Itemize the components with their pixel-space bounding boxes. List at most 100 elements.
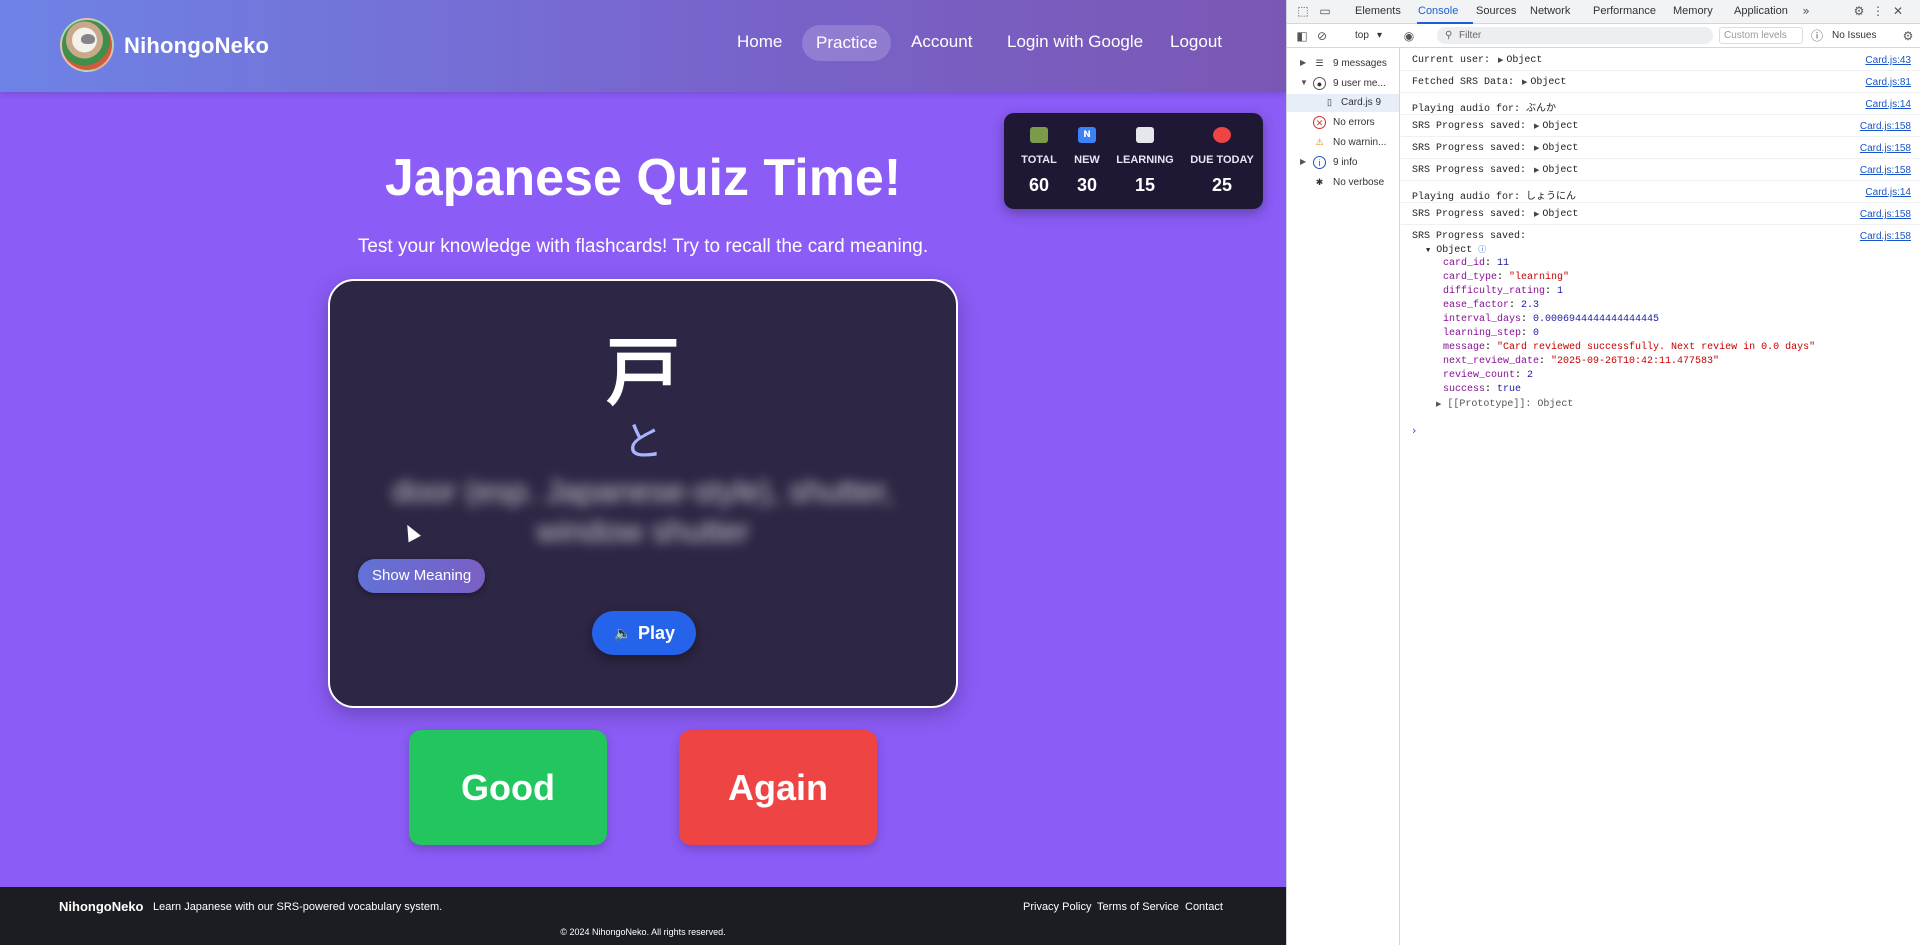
console-message[interactable]: SRS Progress saved: ▶ Object Card.js:158 bbox=[1401, 117, 1920, 137]
chevron-right-icon: ▶ bbox=[1300, 58, 1307, 67]
log-object[interactable]: Object bbox=[1506, 55, 1542, 66]
sidebar-label: Card.js 9 bbox=[1341, 97, 1382, 108]
log-source-link[interactable]: Card.js:158 bbox=[1860, 209, 1911, 220]
sidebar-item-info[interactable]: ▶ i 9 info bbox=[1287, 154, 1399, 172]
log-source-link[interactable]: Card.js:158 bbox=[1860, 121, 1911, 132]
footer-contact-link[interactable]: Contact bbox=[1185, 901, 1223, 913]
brand-name[interactable]: NihongoNeko bbox=[124, 33, 269, 59]
prop-value: 2 bbox=[1527, 370, 1534, 381]
log-text: SRS Progress saved: bbox=[1412, 121, 1527, 132]
tab-application[interactable]: Application bbox=[1734, 5, 1788, 17]
log-object[interactable]: Object bbox=[1542, 209, 1578, 220]
footer-privacy-link[interactable]: Privacy Policy bbox=[1023, 901, 1091, 913]
tab-performance[interactable]: Performance bbox=[1593, 5, 1656, 17]
object-prop: message: "Card reviewed successfully. Ne… bbox=[1443, 342, 1816, 353]
prop-value: 11 bbox=[1497, 258, 1510, 269]
sidebar-item-errors[interactable]: ✕ No errors bbox=[1287, 114, 1399, 132]
console-message[interactable]: Playing audio for: しょうにん Card.js:14 bbox=[1401, 183, 1920, 203]
more-tabs-icon[interactable]: » bbox=[1799, 4, 1813, 18]
sidebar-item-verbose[interactable]: ✱ No verbose bbox=[1287, 174, 1399, 192]
object-prototype[interactable]: ▶ [[Prototype]]: Object bbox=[1436, 399, 1573, 410]
expand-arrow-icon[interactable]: ▶ bbox=[1534, 167, 1539, 175]
object-prop: learning_step: 0 bbox=[1443, 328, 1540, 339]
chevron-down-icon: ▾ bbox=[1377, 30, 1383, 41]
console-message[interactable]: Current user: ▶ Object Card.js:43 bbox=[1401, 51, 1920, 71]
error-icon: ✕ bbox=[1313, 116, 1326, 129]
inspect-element-icon[interactable]: ⬚ bbox=[1296, 4, 1310, 18]
prop-value: "2025-09-26T10:42:11.477583" bbox=[1551, 356, 1720, 367]
tab-sources[interactable]: Sources bbox=[1476, 5, 1516, 17]
sidebar-item-messages[interactable]: ▶ ☰ 9 messages bbox=[1287, 55, 1399, 73]
sidebar-toggle-icon[interactable]: ◧ bbox=[1295, 29, 1309, 43]
filter-input[interactable]: ⚲ Filter bbox=[1437, 27, 1713, 44]
log-text: SRS Progress saved: bbox=[1412, 165, 1527, 176]
expand-arrow-icon[interactable]: ▶ bbox=[1522, 79, 1527, 87]
footer-terms-link[interactable]: Terms of Service bbox=[1097, 901, 1179, 913]
device-toolbar-icon[interactable]: ▭ bbox=[1318, 4, 1332, 18]
console-prompt-icon[interactable]: › bbox=[1412, 424, 1416, 437]
console-message[interactable]: SRS Progress saved: ▶ Object Card.js:158 bbox=[1401, 161, 1920, 181]
nav-logout[interactable]: Logout bbox=[1170, 32, 1222, 52]
tab-network[interactable]: Network bbox=[1530, 5, 1570, 17]
prop-value: 0 bbox=[1533, 328, 1540, 339]
settings-gear-icon[interactable]: ⚙ bbox=[1852, 4, 1866, 18]
open-book-icon bbox=[1136, 127, 1154, 143]
log-source-link[interactable]: Card.js:81 bbox=[1865, 77, 1911, 88]
log-object[interactable]: Object bbox=[1542, 143, 1578, 154]
custom-levels-dropdown[interactable]: Custom levels bbox=[1719, 27, 1803, 44]
tab-memory[interactable]: Memory bbox=[1673, 5, 1713, 17]
object-header[interactable]: ▼ Object ⓘ bbox=[1426, 244, 1486, 256]
nav-practice[interactable]: Practice bbox=[802, 25, 892, 61]
devtools-tab-bar: ⬚ ▭ Elements Console Sources Network Per… bbox=[1287, 0, 1920, 24]
log-source-link[interactable]: Card.js:158 bbox=[1860, 143, 1911, 154]
log-object[interactable]: Object bbox=[1542, 121, 1578, 132]
prop-key: card_id bbox=[1443, 258, 1486, 269]
log-text: Playing audio for: しょうにん bbox=[1412, 192, 1577, 203]
filter-placeholder: Filter bbox=[1459, 30, 1482, 41]
prop-value: 2.3 bbox=[1521, 300, 1540, 311]
play-audio-button[interactable]: 🔈 Play bbox=[592, 611, 696, 655]
tab-elements[interactable]: Elements bbox=[1355, 5, 1401, 17]
expand-arrow-icon[interactable]: ▶ bbox=[1534, 211, 1539, 219]
issues-label[interactable]: No Issues bbox=[1832, 30, 1876, 41]
footer: NihongoNeko Learn Japanese with our SRS-… bbox=[0, 887, 1286, 945]
context-selector[interactable]: top bbox=[1355, 30, 1369, 41]
flashcard[interactable]: 戸 と door (esp. Japanese-style), shutter,… bbox=[328, 279, 958, 708]
log-source-link[interactable]: Card.js:158 bbox=[1860, 231, 1911, 242]
expand-arrow-icon[interactable]: ▶ bbox=[1498, 57, 1503, 65]
sidebar-item-cardjs[interactable]: ▯ Card.js 9 bbox=[1287, 94, 1399, 112]
expand-arrow-icon[interactable]: ▶ bbox=[1534, 123, 1539, 131]
show-meaning-button[interactable]: Show Meaning bbox=[358, 559, 486, 593]
good-button[interactable]: Good bbox=[409, 730, 607, 845]
clear-console-icon[interactable]: ⊘ bbox=[1315, 29, 1329, 43]
books-icon bbox=[1030, 127, 1048, 143]
tab-console[interactable]: Console bbox=[1418, 5, 1458, 17]
object-header-label: Object bbox=[1436, 245, 1473, 256]
close-icon[interactable]: ✕ bbox=[1891, 4, 1905, 18]
sidebar-item-warnings[interactable]: ⚠ No warnin... bbox=[1287, 134, 1399, 152]
eye-icon[interactable]: ◉ bbox=[1402, 29, 1416, 43]
console-message[interactable]: Playing audio for: ぶんか Card.js:14 bbox=[1401, 95, 1920, 115]
console-message[interactable]: Fetched SRS Data: ▶ Object Card.js:81 bbox=[1401, 73, 1920, 93]
log-object[interactable]: Object bbox=[1542, 165, 1578, 176]
nav-login-google[interactable]: Login with Google bbox=[1007, 32, 1143, 52]
nav-account[interactable]: Account bbox=[911, 32, 972, 52]
console-message[interactable]: SRS Progress saved: ▶ Object Card.js:158 bbox=[1401, 205, 1920, 225]
log-object[interactable]: Object bbox=[1530, 77, 1566, 88]
log-source-link[interactable]: Card.js:14 bbox=[1865, 187, 1911, 198]
log-source-link[interactable]: Card.js:158 bbox=[1860, 165, 1911, 176]
sidebar-label: 9 user me... bbox=[1333, 78, 1386, 89]
kebab-menu-icon[interactable]: ⋮ bbox=[1871, 4, 1885, 18]
sidebar-item-user-messages[interactable]: ▼ ● 9 user me... bbox=[1287, 75, 1399, 93]
again-button[interactable]: Again bbox=[679, 730, 877, 845]
expand-arrow-icon[interactable]: ▶ bbox=[1534, 145, 1539, 153]
console-settings-gear-icon[interactable]: ⚙ bbox=[1901, 29, 1915, 43]
log-source-link[interactable]: Card.js:14 bbox=[1865, 99, 1911, 110]
nav-home[interactable]: Home bbox=[737, 32, 782, 52]
console-message[interactable]: SRS Progress saved: ▶ Object Card.js:158 bbox=[1401, 139, 1920, 159]
prop-value: 0.0006944444444444445 bbox=[1533, 314, 1660, 325]
log-text: Playing audio for: ぶんか bbox=[1412, 104, 1557, 115]
log-source-link[interactable]: Card.js:43 bbox=[1865, 55, 1911, 66]
object-prop: next_review_date: "2025-09-26T10:42:11.4… bbox=[1443, 356, 1720, 367]
cat-logo-icon[interactable] bbox=[60, 18, 114, 72]
